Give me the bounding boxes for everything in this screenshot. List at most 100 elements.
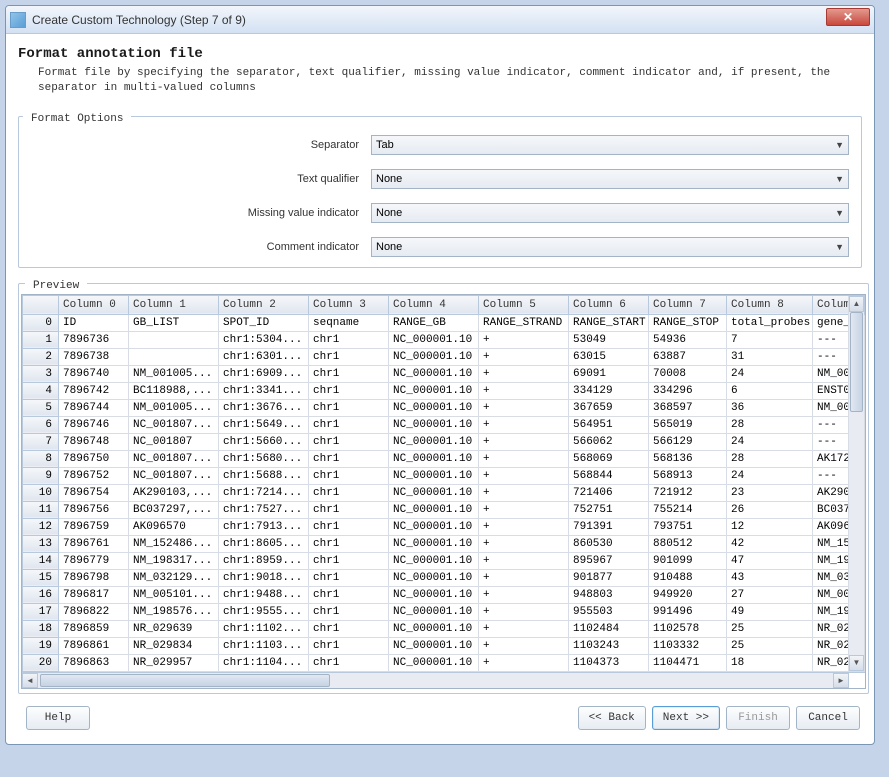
table-cell[interactable]: 1102484 [569,620,649,637]
next-button[interactable]: Next >> [652,706,720,730]
table-cell[interactable]: 7896761 [59,535,129,552]
table-row[interactable]: 107896754AK290103,...chr1:7214...chr1NC_… [23,484,865,501]
table-cell[interactable]: chr1 [309,637,389,654]
table-cell[interactable]: 1104471 [649,654,727,671]
column-header[interactable]: Column 2 [219,295,309,314]
row-index[interactable]: 14 [23,552,59,569]
table-row[interactable]: 87896750NC_001807...chr1:5680...chr1NC_0… [23,450,865,467]
table-cell[interactable]: 949920 [649,586,727,603]
table-cell[interactable]: chr1:5649... [219,416,309,433]
table-row[interactable]: 137896761NM_152486...chr1:8605...chr1NC_… [23,535,865,552]
table-cell[interactable]: 7 [727,331,813,348]
table-cell[interactable]: 7896740 [59,365,129,382]
table-cell[interactable]: NC_000001.10 [389,416,479,433]
table-row[interactable]: 57896744NM_001005...chr1:3676...chr1NC_0… [23,399,865,416]
row-index[interactable]: 16 [23,586,59,603]
table-row[interactable]: 127896759AK096570chr1:7913...chr1NC_0000… [23,518,865,535]
table-cell[interactable]: SPOT_ID [219,314,309,331]
table-cell[interactable]: 49 [727,603,813,620]
table-cell[interactable]: NM_005101... [129,586,219,603]
table-cell[interactable]: chr1:9555... [219,603,309,620]
table-cell[interactable]: 7896756 [59,501,129,518]
table-cell[interactable]: 24 [727,365,813,382]
table-cell[interactable]: chr1:9488... [219,586,309,603]
table-cell[interactable]: chr1:7527... [219,501,309,518]
table-cell[interactable]: chr1:1102... [219,620,309,637]
table-cell[interactable]: 901877 [569,569,649,586]
table-cell[interactable]: chr1:5680... [219,450,309,467]
table-cell[interactable]: 7896779 [59,552,129,569]
table-cell[interactable]: chr1 [309,535,389,552]
table-cell[interactable]: NC_000001.10 [389,433,479,450]
table-cell[interactable]: NM_198317... [129,552,219,569]
table-row[interactable]: 97896752NC_001807...chr1:5688...chr1NC_0… [23,467,865,484]
table-cell[interactable]: chr1:7913... [219,518,309,535]
scroll-right-button[interactable]: ► [833,673,849,688]
table-cell[interactable]: 721912 [649,484,727,501]
table-cell[interactable]: NM_032129... [129,569,219,586]
table-cell[interactable]: chr1 [309,552,389,569]
table-cell[interactable]: 54936 [649,331,727,348]
table-row[interactable]: 47896742BC118988,...chr1:3341...chr1NC_0… [23,382,865,399]
table-cell[interactable]: + [479,416,569,433]
table-cell[interactable]: + [479,518,569,535]
row-index[interactable]: 12 [23,518,59,535]
table-cell[interactable]: RANGE_STRAND [479,314,569,331]
table-cell[interactable]: chr1 [309,365,389,382]
table-cell[interactable]: 7896752 [59,467,129,484]
table-cell[interactable]: NM_152486... [129,535,219,552]
table-cell[interactable]: chr1 [309,348,389,365]
table-cell[interactable]: chr1 [309,654,389,671]
row-index[interactable]: 18 [23,620,59,637]
table-cell[interactable]: seqname [309,314,389,331]
table-cell[interactable]: chr1 [309,467,389,484]
table-cell[interactable]: chr1 [309,620,389,637]
table-cell[interactable]: chr1 [309,433,389,450]
table-cell[interactable]: + [479,382,569,399]
table-cell[interactable]: 7896861 [59,637,129,654]
table-cell[interactable]: 568136 [649,450,727,467]
table-cell[interactable]: 53049 [569,331,649,348]
table-cell[interactable]: chr1:9018... [219,569,309,586]
row-index[interactable]: 13 [23,535,59,552]
table-cell[interactable]: 1102578 [649,620,727,637]
row-index[interactable]: 1 [23,331,59,348]
table-cell[interactable]: RANGE_GB [389,314,479,331]
table-row[interactable]: 27896738chr1:6301...chr1NC_000001.10+630… [23,348,865,365]
table-cell[interactable]: BC037297,... [129,501,219,518]
table-cell[interactable]: 566062 [569,433,649,450]
table-cell[interactable]: 1104373 [569,654,649,671]
table-cell[interactable]: + [479,433,569,450]
comment-indicator-select[interactable]: None ▼ [371,237,849,257]
table-cell[interactable]: 63887 [649,348,727,365]
table-cell[interactable]: 31 [727,348,813,365]
table-cell[interactable]: 880512 [649,535,727,552]
table-cell[interactable]: NC_000001.10 [389,484,479,501]
column-header[interactable]: Column 6 [569,295,649,314]
table-cell[interactable]: chr1:6909... [219,365,309,382]
table-cell[interactable]: NC_000001.10 [389,518,479,535]
row-index[interactable]: 0 [23,314,59,331]
row-index[interactable]: 10 [23,484,59,501]
table-cell[interactable]: + [479,569,569,586]
table-cell[interactable]: + [479,552,569,569]
table-cell[interactable]: + [479,603,569,620]
row-index[interactable]: 19 [23,637,59,654]
table-cell[interactable]: NM_001005... [129,365,219,382]
row-index[interactable]: 8 [23,450,59,467]
table-cell[interactable]: 901099 [649,552,727,569]
table-cell[interactable]: 721406 [569,484,649,501]
table-cell[interactable]: 7896748 [59,433,129,450]
table-cell[interactable]: chr1:5304... [219,331,309,348]
table-row[interactable]: 197896861NR_029834chr1:1103...chr1NC_000… [23,637,865,654]
table-cell[interactable]: + [479,399,569,416]
row-index[interactable]: 9 [23,467,59,484]
table-cell[interactable]: RANGE_START [569,314,649,331]
table-cell[interactable]: 7896863 [59,654,129,671]
table-cell[interactable]: chr1 [309,603,389,620]
table-cell[interactable]: NC_000001.10 [389,552,479,569]
close-button[interactable]: ✕ [826,8,870,26]
table-cell[interactable]: chr1 [309,416,389,433]
table-cell[interactable]: 28 [727,450,813,467]
table-row[interactable]: 157896798NM_032129...chr1:9018...chr1NC_… [23,569,865,586]
